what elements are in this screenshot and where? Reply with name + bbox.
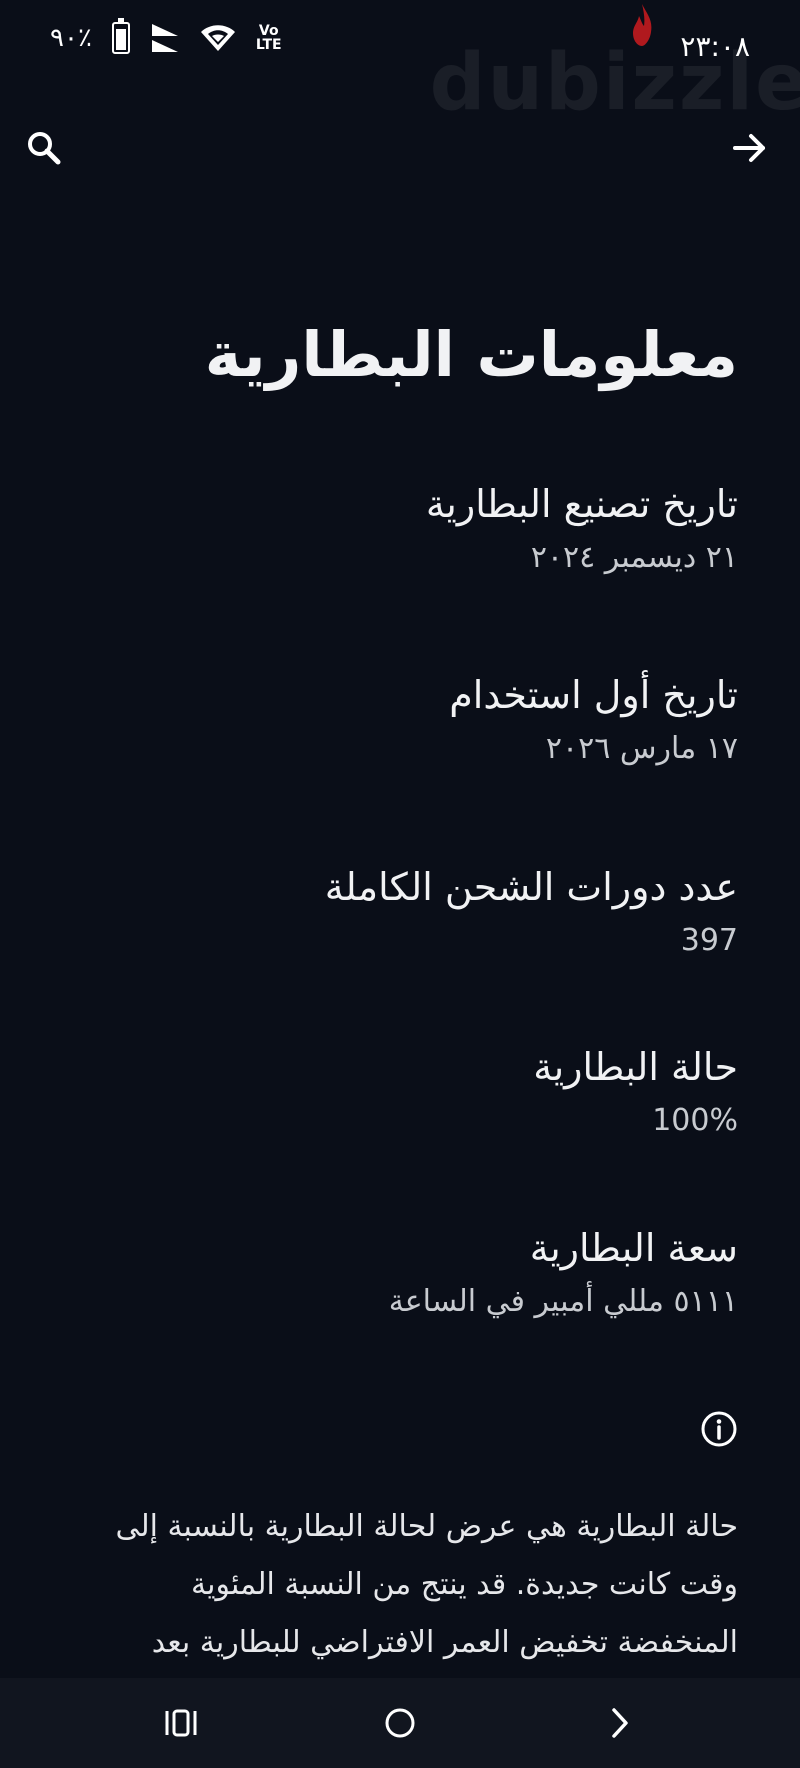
back-button[interactable] <box>730 128 770 168</box>
battery-health-item[interactable]: حالة البطارية 100% <box>58 1045 738 1138</box>
recents-icon <box>165 1709 197 1737</box>
home-button[interactable] <box>377 1700 423 1746</box>
signal-icon <box>151 24 178 52</box>
clock: ٢٣:٠٨ <box>680 30 750 63</box>
item-label: تاريخ تصنيع البطارية <box>425 482 738 526</box>
home-icon <box>385 1708 415 1738</box>
dubizzle-flame-logo <box>633 4 652 46</box>
back-nav-button[interactable] <box>597 1700 643 1746</box>
item-value: ٥١١١ مللي أمبير في الساعة <box>388 1284 738 1319</box>
battery-level-fill <box>115 28 126 50</box>
info-icon <box>701 1411 737 1447</box>
search-button[interactable] <box>24 128 64 168</box>
navigation-bar <box>0 1678 800 1768</box>
wifi-icon <box>200 25 235 51</box>
chevron-back-icon <box>612 1708 628 1738</box>
recents-button[interactable] <box>158 1700 204 1746</box>
app-bar <box>0 110 800 190</box>
item-value: 397 <box>680 923 738 958</box>
item-label: عدد دورات الشحن الكاملة <box>324 865 738 909</box>
item-value: 100% <box>652 1103 738 1138</box>
item-label: تاريخ أول استخدام <box>449 673 738 717</box>
volte-indicator: Vo LTE <box>255 23 282 53</box>
battery-icon <box>111 18 130 54</box>
item-label: سعة البطارية <box>529 1226 738 1270</box>
status-bar: dubizzle ٪٩٠ Vo LTE ٢٣:٠٨ <box>0 0 800 128</box>
first-use-date-item[interactable]: تاريخ أول استخدام ١٧ مارس ٢٠٢٦ <box>58 673 738 766</box>
battery-percent: ٪٩٠ <box>50 23 92 53</box>
battery-capacity-item[interactable]: سعة البطارية ٥١١١ مللي أمبير في الساعة <box>58 1226 738 1319</box>
search-icon <box>28 132 61 165</box>
status-icons: ٪٩٠ Vo LTE <box>50 18 282 54</box>
page-title: معلومات البطارية <box>204 318 738 391</box>
arrow-right-icon <box>733 134 765 162</box>
manufacture-date-item[interactable]: تاريخ تصنيع البطارية ٢١ ديسمبر ٢٠٢٤ <box>58 482 738 575</box>
item-value: ٢١ ديسمبر ٢٠٢٤ <box>530 540 738 575</box>
item-value: ١٧ مارس ٢٠٢٦ <box>545 731 738 766</box>
item-label: حالة البطارية <box>533 1045 738 1089</box>
charge-cycles-item[interactable]: عدد دورات الشحن الكاملة 397 <box>58 865 738 958</box>
